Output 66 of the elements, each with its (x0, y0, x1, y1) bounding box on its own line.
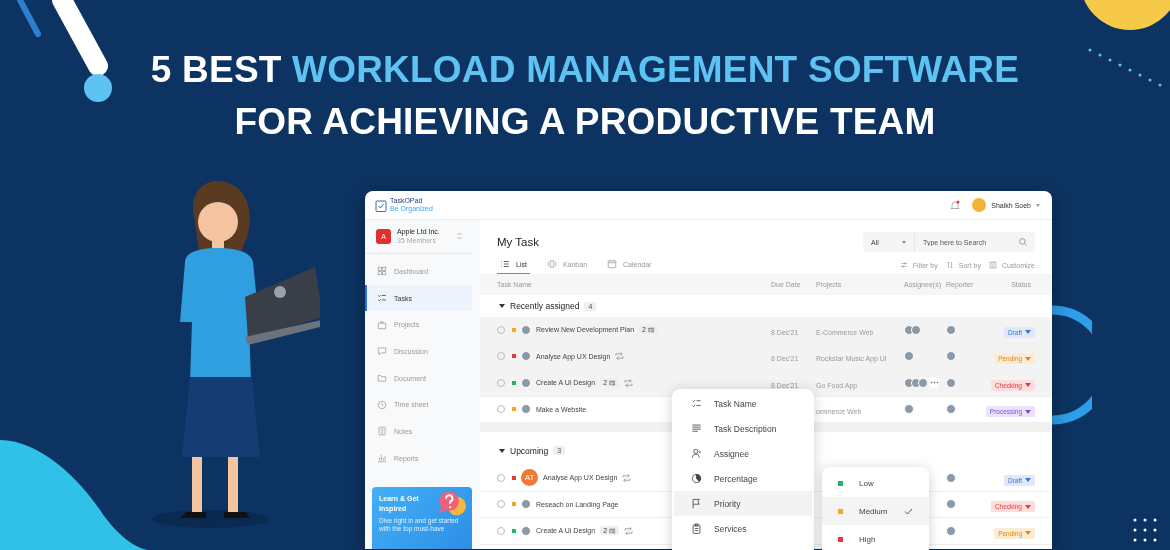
menu-item[interactable]: Medium (822, 497, 929, 525)
more-icon[interactable] (929, 377, 940, 389)
text-lines-icon (691, 423, 702, 434)
briefcase-icon (377, 319, 387, 330)
avatar (521, 525, 531, 536)
headline: 5 BEST WORKLOAD MANAGEMENT SOFTWARE FOR ACHIEVING A PRODUCTIVE TEAM (150, 48, 1020, 144)
sort-icon (945, 261, 954, 269)
clock-icon (377, 399, 387, 410)
caret-icon (902, 240, 906, 244)
list-icon (500, 259, 510, 269)
menu-item[interactable]: Assignee (674, 441, 812, 466)
person-icon (691, 448, 702, 459)
reporter-avatar (946, 404, 956, 415)
flag-icon (691, 498, 702, 509)
user-avatar[interactable] (972, 198, 987, 212)
notebook-icon (377, 426, 387, 437)
reporter-avatar (946, 525, 956, 536)
checklist-icon (377, 293, 387, 304)
group-title: Upcoming (510, 445, 549, 456)
group-title: Recently assigned (510, 301, 580, 311)
check-icon (904, 507, 913, 515)
avatar (521, 377, 531, 388)
search-icon[interactable] (1019, 238, 1027, 246)
reporter-avatar (946, 324, 956, 335)
reporter-avatar (946, 377, 956, 388)
speech-bubble-icon (377, 346, 387, 357)
bell-icon[interactable] (950, 200, 961, 210)
menu-item[interactable]: High (822, 525, 929, 550)
chevron-up-down-icon[interactable] (457, 232, 462, 240)
caret-icon[interactable] (499, 447, 505, 454)
avatar (918, 377, 928, 388)
checklist-icon (691, 398, 702, 409)
subtask-icon (609, 527, 617, 534)
avatar (521, 324, 531, 335)
folder-icon (377, 373, 387, 384)
clipboard-check-icon (375, 198, 387, 212)
menu-item[interactable]: Task Description (674, 416, 812, 441)
page-title: My Task (497, 236, 539, 248)
sliders-icon (899, 261, 908, 269)
menu-item[interactable]: Percentage (674, 466, 812, 491)
avatar: AT (521, 469, 538, 487)
menu-item[interactable]: Services (674, 516, 812, 541)
clipboard-icon (691, 523, 702, 534)
reporter-avatar (946, 472, 956, 483)
menu-item[interactable]: Priority (674, 491, 812, 516)
priority-label: Low (859, 478, 875, 488)
avatar (521, 351, 531, 362)
reporter-avatar (946, 499, 956, 510)
subtask-icon (609, 379, 617, 386)
priority-label: High (859, 534, 877, 544)
avatar (904, 404, 914, 415)
priority-label: Medium (859, 506, 889, 516)
reporter-avatar (946, 351, 956, 362)
caret-icon[interactable] (499, 303, 505, 309)
subtask-icon (647, 326, 655, 333)
bar-chart-icon (377, 453, 387, 464)
grid-icon (377, 266, 387, 277)
calendar-icon (607, 259, 618, 269)
avatar (521, 499, 531, 510)
kanban-icon (546, 259, 557, 269)
question-bubble-icon (436, 491, 468, 517)
avatar (521, 404, 531, 415)
pie-icon (691, 473, 702, 484)
avatar (911, 324, 921, 335)
avatar (904, 351, 914, 362)
columns-icon (988, 261, 997, 269)
